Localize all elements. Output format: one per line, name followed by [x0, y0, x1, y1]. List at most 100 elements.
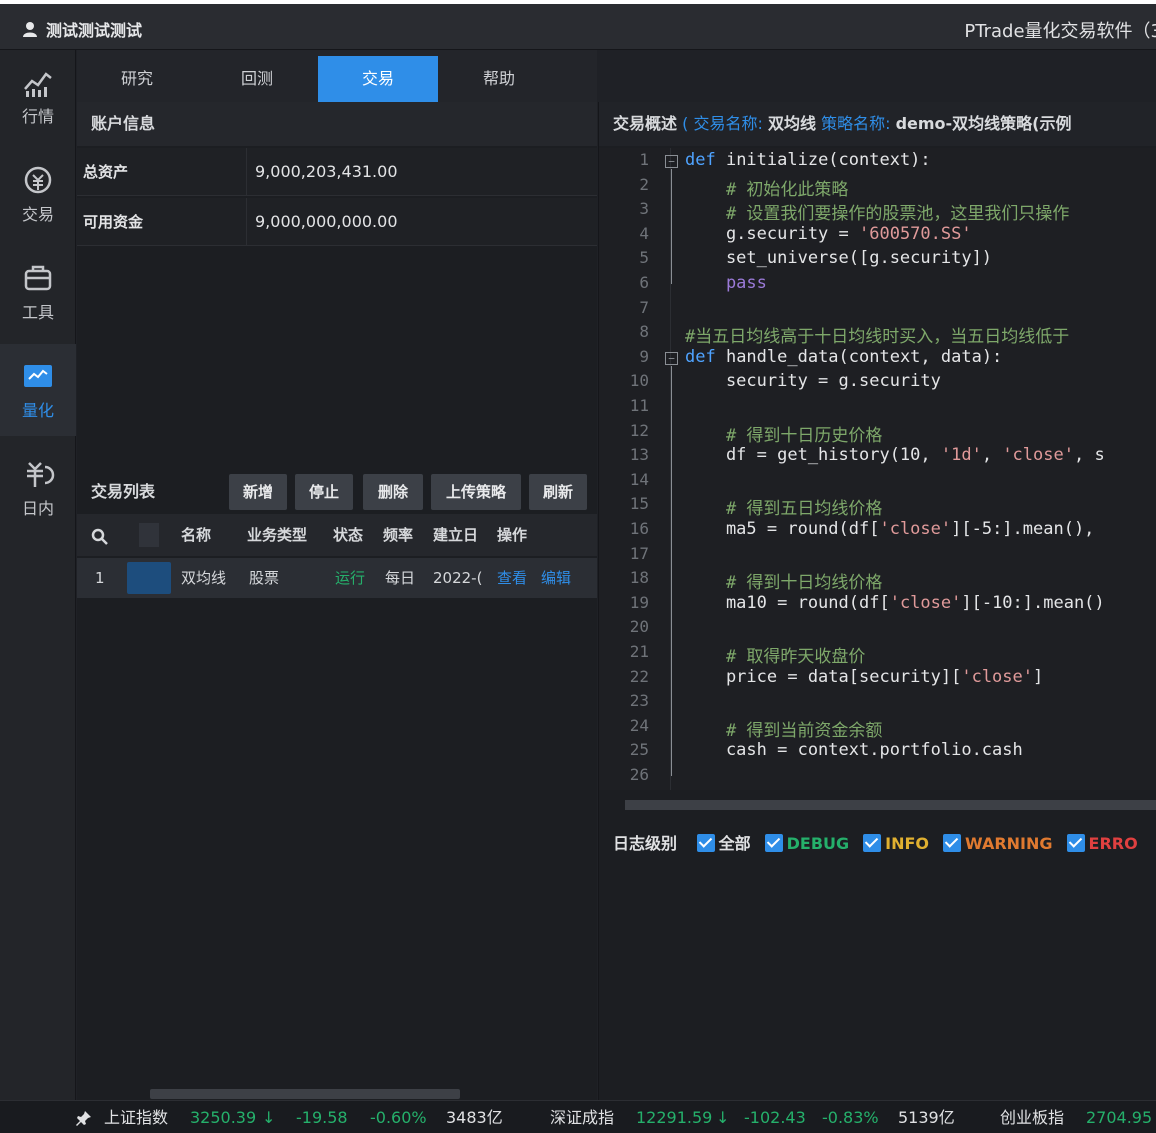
log-level-checkbox[interactable] — [943, 834, 962, 852]
code-line[interactable]: ma10 = round(df['close'][-10:].mean() — [685, 593, 1105, 613]
line-number: 6 — [639, 273, 649, 292]
column-header[interactable]: 状态 — [333, 514, 363, 556]
code-token: '1d' — [940, 445, 982, 466]
code-line[interactable]: price = data[security]['close'] — [685, 667, 1043, 687]
line-number: 16 — [629, 519, 649, 538]
code-line[interactable]: # 得到当前资金余额 — [685, 716, 882, 741]
row-frequency: 每日 — [385, 569, 416, 587]
line-number: 26 — [629, 765, 649, 784]
code-token: g.security = — [685, 223, 859, 244]
column-header[interactable]: 操作 — [497, 514, 527, 556]
row-date: 2022-( — [433, 569, 483, 587]
index-name: 深证成指 — [550, 1108, 615, 1127]
trade-name-label: 交易名称: — [693, 114, 763, 133]
nav-label: 日内 — [21, 499, 54, 518]
code-line[interactable]: g.security = '600570.SS' — [685, 224, 972, 244]
code-token: set_universe([g.security]) — [685, 248, 993, 269]
fold-toggle-icon[interactable]: − — [665, 351, 678, 365]
code-line[interactable]: # 设置我们要操作的股票池，这里我们只操作 — [685, 199, 1069, 224]
row-index: 1 — [95, 569, 105, 587]
view-link[interactable]: 查看 — [497, 558, 527, 598]
line-number: 14 — [629, 469, 649, 489]
code-token: handle_data(context, data): — [725, 346, 1003, 367]
nav-item-market[interactable]: 行情 — [0, 50, 76, 142]
quant-icon — [24, 365, 52, 387]
nav-item-tools[interactable]: 工具 — [0, 246, 76, 338]
column-header[interactable]: 名称 — [181, 514, 211, 556]
code-token: 'close' — [1002, 445, 1074, 466]
delete-button[interactable]: 删除 — [363, 474, 423, 510]
line-number: 7 — [639, 297, 649, 317]
log-level-checkbox[interactable] — [696, 834, 715, 852]
account-info-title: 账户信息 — [77, 102, 597, 146]
log-level-checkbox[interactable] — [764, 834, 783, 852]
trade-icon — [24, 166, 52, 194]
line-number: 1 — [639, 150, 649, 169]
line-number: 18 — [629, 568, 649, 588]
account-label: 可用资金 — [83, 198, 247, 246]
code-line[interactable]: def initialize(context): — [685, 150, 931, 170]
row-type: 股票 — [249, 569, 280, 587]
code-line[interactable]: #当五日均线高于十日均线时买入，当五日均线低于 — [685, 322, 1069, 347]
line-number: 19 — [629, 592, 649, 612]
code-line[interactable]: ma5 = round(df['close'][-5:].mean(), — [685, 519, 1094, 539]
log-level-name: ERRO — [1088, 834, 1138, 853]
upload-strategy-button[interactable]: 上传策略 — [431, 474, 521, 510]
tab-help[interactable]: 帮助 — [439, 56, 559, 102]
code-line[interactable]: cash = context.portfolio.cash — [685, 740, 1023, 760]
code-token: price = data[security][ — [685, 666, 962, 687]
edit-link[interactable]: 编辑 — [541, 558, 571, 598]
column-header[interactable]: 频率 — [383, 514, 413, 556]
line-number: 13 — [629, 445, 649, 465]
code-line[interactable]: df = get_history(10, '1d', 'close', s — [685, 445, 1105, 465]
code-line[interactable]: # 取得昨天收盘价 — [685, 642, 865, 667]
scrollbar-thumb[interactable] — [150, 1089, 460, 1099]
code-token: 'close' — [879, 519, 952, 539]
code-editor[interactable]: 1 2 3 4 5 6 7 8 9 10 11 12 13 14 15 16 17 18 19 20 21 22 23 24 2… — [599, 148, 1156, 790]
log-level-checkbox[interactable] — [1066, 834, 1085, 852]
log-level-checkbox[interactable] — [863, 834, 882, 852]
fold-toggle-icon[interactable]: − — [665, 155, 678, 168]
user-icon — [23, 22, 37, 37]
nav-item-quant[interactable]: 量化 — [0, 344, 76, 436]
tab-trade[interactable]: 交易 — [318, 56, 438, 102]
nav-label: 行情 — [21, 107, 54, 126]
code-line[interactable]: def handle_data(context, data): — [685, 347, 1002, 367]
user-info[interactable]: 测试测试测试 — [22, 17, 142, 41]
editor-horizontal-scrollbar[interactable] — [599, 798, 1156, 812]
nav-item-trade[interactable]: 交易 — [0, 148, 76, 240]
nav-item-intraday[interactable]: 日内 — [0, 442, 76, 534]
line-number: 10 — [629, 371, 649, 391]
code-token: ] — [1033, 666, 1044, 687]
line-number: 11 — [629, 396, 649, 415]
code-line[interactable]: # 得到五日均线价格 — [685, 494, 882, 519]
line-number: 24 — [629, 715, 649, 735]
line-number: 23 — [629, 691, 649, 711]
select-all-checkbox[interactable] — [139, 523, 159, 547]
user-name: 测试测试测试 — [46, 21, 143, 40]
add-button[interactable]: 新增 — [229, 474, 287, 510]
code-line[interactable]: pass — [685, 273, 767, 293]
search-icon[interactable] — [91, 516, 109, 562]
tab-research[interactable]: 研究 — [77, 56, 197, 102]
refresh-button[interactable]: 刷新 — [529, 474, 587, 510]
code-line[interactable]: # 得到十日均线价格 — [685, 568, 882, 593]
code-line[interactable]: security = g.security — [685, 371, 941, 391]
row-checkbox[interactable] — [127, 562, 171, 594]
code-token: , s — [1073, 445, 1105, 466]
column-header[interactable]: 业务类型 — [247, 514, 307, 556]
stop-button[interactable]: 停止 — [295, 474, 353, 510]
log-level-label: 日志级别 — [613, 834, 678, 853]
top-tabs: 研究 回测 交易 帮助 — [77, 50, 597, 102]
table-row[interactable]: 1 双均线 股票 运行 每日 2022-( 查看 编辑 — [77, 558, 597, 598]
horizontal-scrollbar[interactable] — [132, 1087, 582, 1099]
tab-backtest[interactable]: 回测 — [197, 56, 317, 102]
code-line[interactable]: # 初始化此策略 — [685, 175, 848, 200]
line-number: 3 — [639, 199, 649, 219]
scrollbar-thumb[interactable] — [625, 800, 1156, 810]
code-line[interactable]: set_universe([g.security]) — [685, 248, 992, 268]
code-line[interactable]: # 得到十日历史价格 — [685, 421, 882, 446]
column-header[interactable]: 建立日 — [433, 514, 478, 556]
pin-icon[interactable] — [76, 1101, 92, 1133]
code-token: # 设置我们要操作的股票池，这里我们只操作 — [685, 204, 1070, 225]
